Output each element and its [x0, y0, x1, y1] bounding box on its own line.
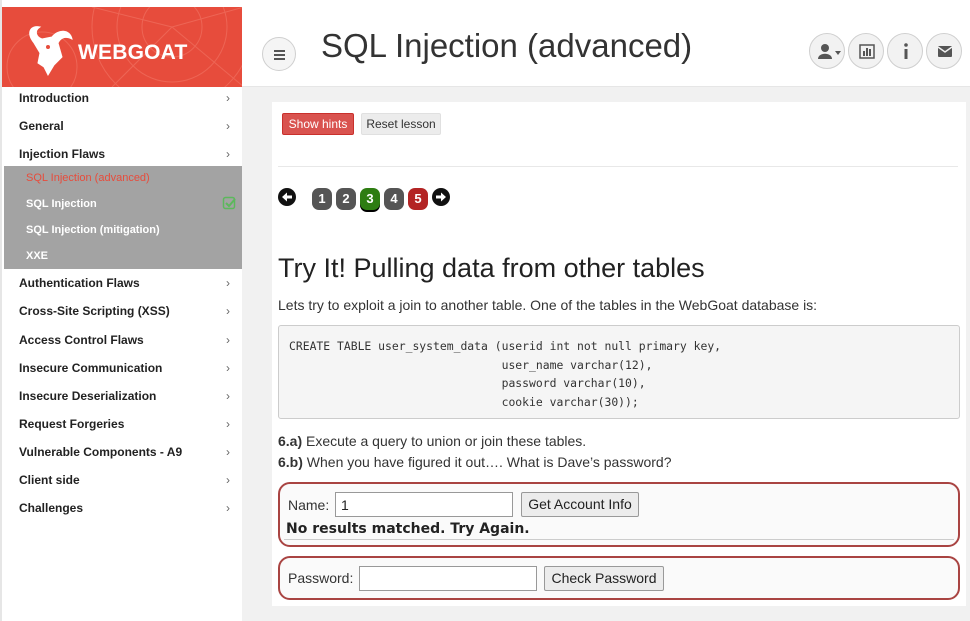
code-block: CREATE TABLE user_system_data (userid in…: [278, 325, 960, 419]
webgoat-logo[interactable]: WEBGOAT: [2, 7, 244, 87]
sidebar-subitem-xxe[interactable]: XXE: [26, 248, 48, 264]
sidebar-item-insecure-communication[interactable]: Insecure Communication ›: [4, 354, 244, 382]
sidebar-item-client-side[interactable]: Client side ›: [4, 466, 244, 494]
sidebar-item-label: Challenges: [19, 501, 84, 515]
check-password-button[interactable]: Check Password: [544, 566, 664, 591]
goat-icon: [29, 26, 73, 77]
chevron-right-icon: ›: [226, 445, 230, 459]
divider: [284, 539, 954, 540]
sidebar-item-access-control-flaws[interactable]: Access Control Flaws ›: [4, 326, 244, 354]
sidebar: WEBGOAT Introduction › General › Injection…: [0, 0, 244, 621]
chevron-right-icon: ›: [226, 119, 230, 133]
chevron-right-icon: ›: [226, 147, 230, 161]
check-password-form: Password: Check Password: [278, 556, 960, 600]
sidebar-item-label: Client side: [19, 473, 80, 487]
chevron-right-icon: ›: [226, 91, 230, 105]
sidebar-item-authentication-flaws[interactable]: Authentication Flaws ›: [4, 269, 244, 297]
step-label: 6.a): [278, 433, 303, 449]
sidebar-item-request-forgeries[interactable]: Request Forgeries ›: [4, 410, 244, 438]
webgoat-app: WEBGOAT Introduction › General › Injection…: [0, 0, 970, 621]
step-text: When you have figured it out…. What is D…: [302, 454, 672, 470]
page-title: SQL Injection (advanced): [321, 27, 693, 64]
page-5-button[interactable]: 5: [408, 188, 428, 210]
sidebar-item-label: Authentication Flaws: [19, 276, 140, 290]
sidebar-item-label: Introduction: [19, 91, 89, 105]
sidebar-item-label: Vulnerable Components - A9: [19, 445, 183, 459]
sidebar-item-general[interactable]: General ›: [4, 112, 244, 140]
next-page-button[interactable]: [432, 188, 450, 206]
user-menu-button[interactable]: [809, 33, 845, 69]
page-3-button[interactable]: 3: [360, 188, 380, 210]
password-label: Password:: [288, 570, 354, 586]
name-input[interactable]: [335, 492, 513, 517]
hamburger-icon: [274, 50, 285, 52]
sidebar-item-introduction[interactable]: Introduction ›: [4, 84, 244, 112]
sidebar-item-label: Insecure Deserialization: [19, 389, 157, 403]
sidebar-item-label: General: [19, 119, 64, 133]
sidebar-item-label: Access Control Flaws: [19, 333, 144, 347]
sidebar-item-xss[interactable]: Cross-Site Scripting (XSS) ›: [4, 297, 244, 325]
sidebar-item-insecure-deserialization[interactable]: Insecure Deserialization ›: [4, 382, 244, 410]
user-icon: [818, 44, 841, 59]
bar-chart-icon: [859, 44, 875, 59]
brand-wordmark: WEBGOAT: [78, 41, 188, 64]
previous-page-button[interactable]: [278, 188, 296, 206]
about-button[interactable]: [887, 33, 923, 69]
show-hints-button[interactable]: Show hints: [282, 113, 354, 135]
sidebar-subitem-sql-injection-advanced[interactable]: SQL Injection (advanced): [26, 170, 150, 186]
info-icon: [904, 43, 908, 59]
completed-check-icon: [222, 196, 236, 210]
name-label: Name:: [288, 497, 330, 513]
page-2-button[interactable]: 2: [336, 188, 356, 210]
sidebar-item-vulnerable-components[interactable]: Vulnerable Components - A9 ›: [4, 438, 244, 466]
step-6b: 6.b) When you have figured it out…. What…: [278, 454, 671, 470]
menu-toggle-button[interactable]: [262, 37, 296, 71]
account-info-form: Name: Get Account Info No results matche…: [278, 482, 960, 547]
step-6a: 6.a) Execute a query to union or join th…: [278, 433, 586, 449]
arrow-right-icon: [436, 192, 446, 202]
code-text: CREATE TABLE user_system_data (userid in…: [289, 339, 722, 409]
page-header: SQL Injection (advanced): [242, 7, 970, 87]
sidebar-item-label: Request Forgeries: [19, 417, 125, 431]
chevron-right-icon: ›: [226, 333, 230, 347]
sidebar-item-injection-flaws[interactable]: Injection Flaws ›: [4, 140, 244, 168]
chevron-right-icon: ›: [226, 389, 230, 403]
get-account-info-button[interactable]: Get Account Info: [521, 492, 639, 517]
sidebar-item-label: Injection Flaws: [19, 147, 106, 161]
chevron-right-icon: ›: [226, 276, 230, 290]
reset-lesson-button[interactable]: Reset lesson: [361, 113, 441, 135]
sidebar-item-challenges[interactable]: Challenges ›: [4, 494, 244, 522]
password-input[interactable]: [359, 566, 537, 591]
chevron-right-icon: ›: [226, 501, 230, 515]
page-1-button[interactable]: 1: [312, 188, 332, 210]
step-text: Execute a query to union or join these t…: [302, 433, 587, 449]
chevron-right-icon: ›: [226, 417, 230, 431]
divider: [278, 166, 958, 167]
chevron-right-icon: ›: [226, 473, 230, 487]
arrow-left-icon: [282, 192, 292, 202]
lesson-title: Try It! Pulling data from other tables: [278, 253, 705, 283]
step-label: 6.b): [278, 454, 303, 470]
lesson-intro: Lets try to exploit a join to another ta…: [278, 297, 818, 313]
envelope-icon: [937, 46, 953, 57]
chevron-right-icon: ›: [226, 361, 230, 375]
contact-button[interactable]: [926, 33, 962, 69]
sidebar-item-label: Cross-Site Scripting (XSS): [19, 304, 170, 318]
lesson-stats-button[interactable]: [848, 33, 884, 69]
feedback-message: No results matched. Try Again.: [286, 521, 530, 537]
sidebar-item-label: Insecure Communication: [19, 361, 163, 375]
chevron-right-icon: ›: [226, 304, 230, 318]
page-4-button[interactable]: 4: [384, 188, 404, 210]
sidebar-subitem-sql-injection-mitigation[interactable]: SQL Injection (mitigation): [26, 222, 160, 238]
sidebar-subitem-sql-injection[interactable]: SQL Injection: [26, 196, 97, 212]
